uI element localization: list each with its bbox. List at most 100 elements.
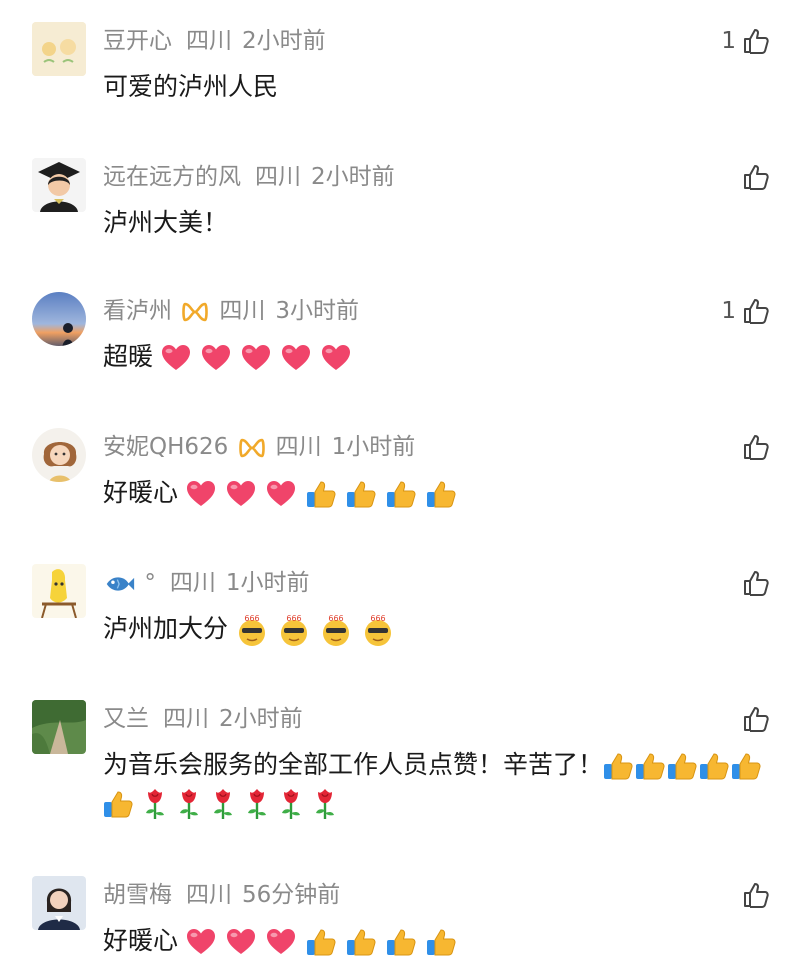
svg-text:666: 666 [244,614,259,623]
heart-emoji-icon [161,344,191,372]
thumbs-up-emoji-icon [386,927,416,957]
comment-text: 为音乐会服务的全部工作人员点赞！辛苦了！ [103,746,770,822]
comment-item: 远在远方的风 四川 2小时前 泸州大美！ [0,158,800,278]
svg-text:666: 666 [328,614,343,623]
heart-emoji-icon [321,344,351,372]
comment-text: 泸州加大分 666 666 666 666 [103,610,770,648]
location: 四川 [163,706,209,732]
like-button[interactable] [722,160,770,194]
emoji-666-icon: 666 [322,614,349,646]
emoji-666-icon: 666 [364,614,391,646]
comment-text: 泸州大美！ [103,204,770,242]
emoji-666-icon: 666 [238,614,265,646]
rose-emoji-icon [245,788,269,820]
like-count: 1 [721,298,736,324]
heart-emoji-icon [266,928,296,956]
svg-text:666: 666 [286,614,301,623]
comment-meta: 安妮QH626 四川 1小时前 [103,432,415,462]
comment-text-content: 泸州大美！ [103,208,229,237]
avatar[interactable] [32,564,86,618]
thumbs-up-emoji-icon [635,751,665,781]
fish-emoji-icon [105,574,135,594]
comment-text: 可爱的泸州人民 [103,68,770,106]
avatar[interactable] [32,292,86,346]
username[interactable]: 安妮QH626 [103,434,228,460]
svg-text:666: 666 [370,614,385,623]
timestamp: 2小时前 [242,28,326,54]
timestamp: 56分钟前 [242,882,341,908]
username[interactable]: 豆开心 [103,28,172,54]
comment-meta: 又兰 四川 2小时前 [103,704,303,734]
username[interactable]: 远在远方的风 [103,164,241,190]
thumbs-up-emoji-icon [386,479,416,509]
comment-text-content: 好暖心 [103,926,179,955]
comment-text-content: 可爱的泸州人民 [103,72,279,101]
comment-item: 豆开心 四川 2小时前 1 可爱的泸州人民 [0,22,800,142]
comment-text-content: 超暖 [103,342,154,371]
location: 四川 [169,570,216,596]
thumbs-up-emoji-icon [667,751,697,781]
like-button[interactable] [722,566,770,600]
heart-emoji-icon [266,480,296,508]
avatar[interactable] [32,700,86,754]
location: 四川 [186,28,232,54]
comment-meta: 胡雪梅 四川 56分钟前 [103,880,340,910]
heart-emoji-icon [226,928,256,956]
heart-emoji-icon [201,344,231,372]
emoji-666-icon: 666 [280,614,307,646]
comment-meta: 远在远方的风 四川 2小时前 [103,162,395,192]
avatar[interactable] [32,428,86,482]
heart-emoji-icon [281,344,311,372]
rose-emoji-icon [177,788,201,820]
thumbs-up-emoji-icon [346,927,376,957]
comment-text-content: 好暖心 [103,478,179,507]
comment-meta: ° 四川 1小时前 [103,568,309,598]
like-icon [742,163,770,191]
like-icon [742,881,770,909]
like-button[interactable]: 1 [721,24,770,58]
comment-item: 又兰 四川 2小时前 为音乐会服务的全部工作人员点赞！辛苦了！ [0,700,800,860]
timestamp: 2小时前 [219,706,303,732]
thumbs-up-emoji-icon [731,751,761,781]
avatar[interactable] [32,22,86,76]
comment-item: 安妮QH626 四川 1小时前 好暖心 [0,428,800,548]
username[interactable]: ° [144,570,156,596]
location: 四川 [219,298,266,324]
rose-emoji-icon [313,788,337,820]
like-icon [742,705,770,733]
like-icon [742,569,770,597]
thumbs-up-emoji-icon [426,479,456,509]
username[interactable]: 看泸州 [103,298,172,324]
timestamp: 2小时前 [311,164,395,190]
like-button[interactable] [722,430,770,464]
location: 四川 [255,164,301,190]
comment-meta: 看泸州 四川 3小时前 [103,296,359,326]
comment-text: 好暖心 [103,474,770,512]
thumbs-up-emoji-icon [426,927,456,957]
like-button[interactable]: 1 [721,294,770,328]
like-button[interactable] [722,878,770,912]
avatar[interactable] [32,158,86,212]
like-button[interactable] [722,702,770,736]
comment-text: 好暖心 [103,922,770,960]
like-count: 1 [721,28,736,54]
timestamp: 3小时前 [275,298,359,324]
heart-emoji-icon [241,344,271,372]
comment-item: 胡雪梅 四川 56分钟前 好暖心 [0,876,800,980]
avatar[interactable] [32,876,86,930]
rose-emoji-icon [279,788,303,820]
like-icon [742,297,770,325]
comment-text-content: 为音乐会服务的全部工作人员点赞！辛苦了！ [103,750,604,779]
rose-emoji-icon [211,788,235,820]
thumbs-up-emoji-icon [699,751,729,781]
comment-item: 看泸州 四川 3小时前 1 超暖 [0,292,800,412]
username[interactable]: 胡雪梅 [103,882,172,908]
thumbs-up-emoji-icon [346,479,376,509]
username[interactable]: 又兰 [103,706,149,732]
timestamp: 1小时前 [331,434,416,460]
comment-item: ° 四川 1小时前 泸州加大分 666 666 666 666 [0,564,800,684]
comment-text: 超暖 [103,338,770,376]
thumbs-up-emoji-icon [603,751,633,781]
location: 四川 [275,434,322,460]
heart-emoji-icon [186,480,216,508]
